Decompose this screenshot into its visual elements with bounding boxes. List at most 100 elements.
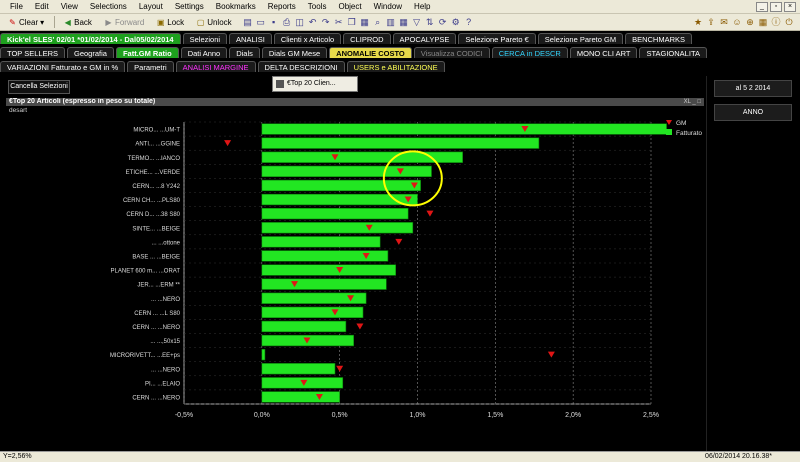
tab-dials[interactable]: Dials [229,47,260,58]
tab-stagionalita[interactable]: STAGIONALITA [639,47,707,58]
cut-icon[interactable]: ✂ [334,17,344,27]
bar-fatturato[interactable] [261,348,266,361]
bar-fatturato[interactable] [261,363,336,375]
tab-top-sellers[interactable]: TOP SELLERS [0,47,65,58]
menu-item-edit[interactable]: Edit [29,2,55,11]
cancel-selections-button[interactable]: Cancella Selezioni [8,80,70,94]
save-icon[interactable]: ▪ [269,17,279,27]
menu-item-object[interactable]: Object [332,2,367,11]
new-doc-icon[interactable]: ▤ [243,17,253,27]
search-icon[interactable]: ⌕ [373,17,383,27]
minimize-icon[interactable]: _ [756,1,768,12]
marker-gm[interactable] [395,238,403,245]
bar-fatturato[interactable] [261,306,364,319]
tab-users-e-abilitazione[interactable]: USERS e ABILITAZIONE [346,61,445,72]
bar-fatturato[interactable] [261,236,381,248]
help-icon[interactable]: ? [464,17,474,27]
redo-icon[interactable]: ↷ [321,17,331,27]
tab-selezione-pareto-gm[interactable]: Selezione Pareto GM [537,33,624,44]
tab-dati-anno[interactable]: Dati Anno [180,47,228,58]
undo-icon[interactable]: ↶ [308,17,318,27]
menu-item-window[interactable]: Window [368,2,408,11]
bar-fatturato[interactable] [261,222,414,234]
date-listbox[interactable]: al 5 2 2014 [714,80,792,97]
tab-anomalie-costo[interactable]: ANOMALIE COSTO [329,47,412,58]
menu-item-help[interactable]: Help [408,2,436,11]
forward-button[interactable]: ▶ Forward [99,16,149,29]
marker-gm[interactable] [547,351,555,358]
tab-benchmarks[interactable]: BENCHMARKS [625,33,693,44]
clear-button[interactable]: ✎ Clear ▾ [3,16,49,29]
sort-icon[interactable]: ⇅ [425,17,435,27]
export-icon[interactable]: ⇪ [706,17,716,27]
zoom-icon[interactable]: ⊕ [745,17,755,27]
marker-gm[interactable] [426,210,434,217]
tab-geografia[interactable]: Geografia [67,47,114,58]
filter-icon[interactable]: ▽ [412,17,422,27]
tab-mono-cli-art[interactable]: MONO CLI ART [569,47,638,58]
bar-fatturato[interactable] [261,264,397,276]
tab-analisi[interactable]: ANALISI [229,33,272,44]
bar-fatturato[interactable] [261,207,409,220]
tab-delta-descrizioni[interactable]: DELTA DESCRIZIONI [257,61,345,72]
marker-gm[interactable] [224,140,232,147]
menu-item-bookmarks[interactable]: Bookmarks [210,2,262,11]
back-button[interactable]: ◀ Back [58,16,97,29]
bar-fatturato[interactable] [261,137,540,149]
bar-fatturato[interactable] [261,165,432,178]
refresh-icon[interactable]: ⟳ [438,17,448,27]
user-icon[interactable]: ☺ [732,17,742,27]
marker-gm[interactable] [356,323,364,330]
x-tick-label: 1,0% [410,412,426,419]
tab-analisi-margine[interactable]: ANALISI MARGINE [175,61,256,72]
table-icon[interactable]: ▦ [399,17,409,27]
paste-icon[interactable]: ▦ [360,17,370,27]
menu-item-file[interactable]: File [4,2,29,11]
exit-icon[interactable]: ⏻ [784,17,794,27]
bar-fatturato[interactable] [261,179,421,192]
menu-item-selections[interactable]: Selections [84,2,133,11]
close-icon[interactable]: × [784,1,796,12]
tab-variazioni-fatturato-e-gm-in[interactable]: VARIAZIONI Fatturato e GM in % [0,61,126,72]
bar-fatturato[interactable] [261,123,667,135]
bar-fatturato[interactable] [261,250,389,262]
tab-selezione-pareto[interactable]: Selezione Pareto € [458,33,536,44]
email-icon[interactable]: ✉ [719,17,729,27]
tab-fatt-gm-ratio[interactable]: Fatt.GM Ratio [115,47,179,58]
restore-icon[interactable]: ▫ [770,1,782,12]
bookmark-icon[interactable]: ★ [693,17,703,27]
menu-item-reports[interactable]: Reports [262,2,302,11]
preview-icon[interactable]: ◫ [295,17,305,27]
year-listbox[interactable]: ANNO [714,104,792,121]
unlock-button[interactable]: ▢ Unlock [191,16,236,29]
bar-chart[interactable]: -0,5% 0,0% 0,5% 1,0% 1,5% 2,0% 2,5% MICRO... ..… [6,98,704,450]
menu-item-layout[interactable]: Layout [133,2,169,11]
menu-item-settings[interactable]: Settings [169,2,210,11]
tab-selezioni[interactable]: Selezioni [182,33,228,44]
open-folder-icon[interactable]: ▭ [256,17,266,27]
tab-cerca-in-descr[interactable]: CERCA in DESCR [491,47,568,58]
tab-kick-el-sles-02-01-01-02-2014-dal05-02-2014[interactable]: Kick'el SLES' 02/01 *01/02/2014 - Dal05/… [0,33,181,44]
tab-clienti-x-articolo[interactable]: Clienti x Articolo [273,33,342,44]
settings-icon[interactable]: ⚙ [451,17,461,27]
menu-item-tools[interactable]: Tools [302,2,333,11]
status-bar: Y=2,56% 06/02/2014 20.16.38* [0,451,800,462]
tab-dials-gm-mese[interactable]: Dials GM Mese [261,47,328,58]
menu-item-view[interactable]: View [55,2,84,11]
bar-fatturato[interactable] [261,151,463,163]
lock-button[interactable]: ▣ Lock [151,16,189,29]
bar-fatturato[interactable] [261,278,387,290]
grid-icon[interactable]: ▦ [758,17,768,27]
info-icon[interactable]: ⓘ [771,17,781,27]
top20-clients-button[interactable]: €Top 20 Clien... [272,76,358,92]
marker-gm[interactable] [336,365,344,372]
bar-fatturato[interactable] [261,320,347,333]
tab-visualizza-codici[interactable]: Visualizza CODICI [413,47,490,58]
tab-cliprod[interactable]: CLIPROD [343,33,391,44]
copy-icon[interactable]: ❐ [347,17,357,27]
tab-apocalypse[interactable]: APOCALYPSE [392,33,457,44]
tab-parametri[interactable]: Parametri [127,61,174,72]
bar-fatturato[interactable] [261,391,340,403]
chart-icon[interactable]: ▥ [386,17,396,27]
print-icon[interactable]: ⎙ [282,17,292,27]
